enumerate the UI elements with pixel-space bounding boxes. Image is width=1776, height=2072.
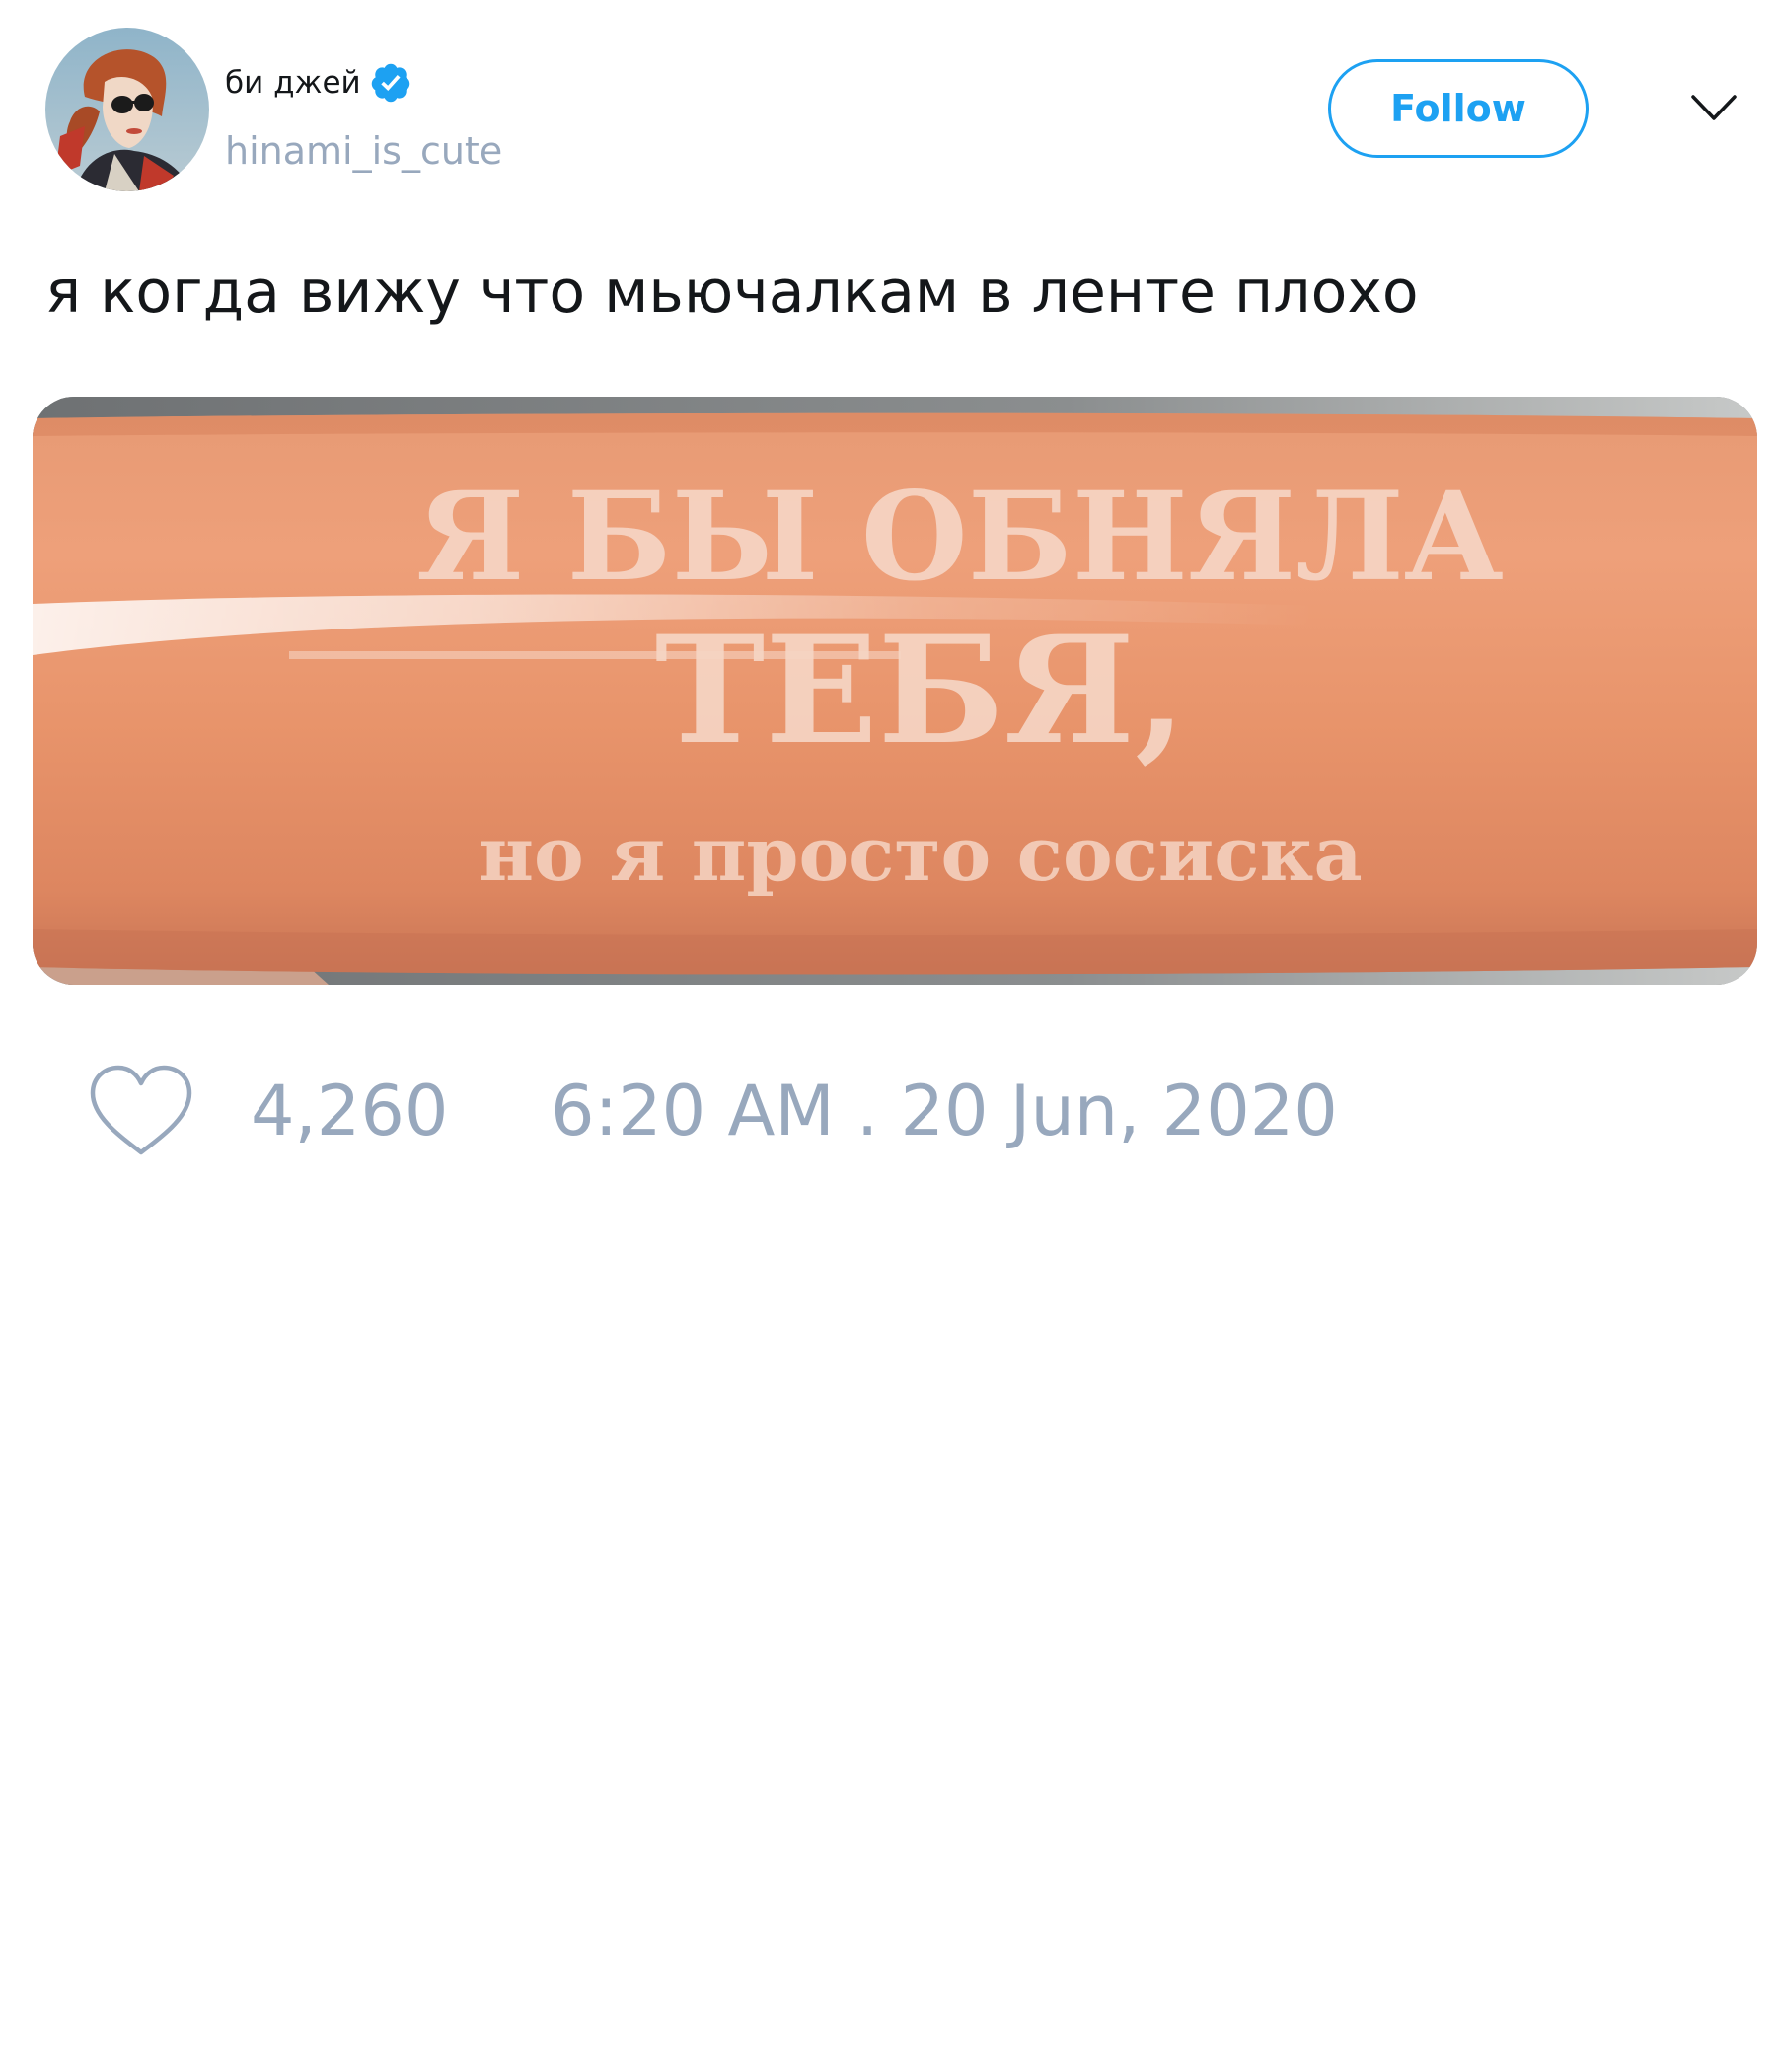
media-text-line1: Я БЫ ОБНЯЛА xyxy=(416,466,1504,609)
follow-button[interactable]: Follow xyxy=(1328,59,1589,158)
tweet-timestamp[interactable]: 6:20 AM . 20 Jun, 2020 xyxy=(551,1072,1338,1150)
tweet-card: би джей hinami_is_cute Follow я когда ви… xyxy=(0,0,1776,2072)
heart-icon[interactable] xyxy=(87,1062,195,1160)
like-count: 4,260 xyxy=(251,1071,449,1151)
display-name[interactable]: би джей xyxy=(225,61,361,105)
media-text-line2: ТЕБЯ, xyxy=(655,604,1187,777)
profile-photo xyxy=(45,28,209,191)
media-text-line3: но я просто сосиска xyxy=(479,810,1362,898)
chevron-down-icon[interactable] xyxy=(1689,89,1739,128)
verified-badge-icon xyxy=(369,61,412,105)
tweet-media-image[interactable]: Я БЫ ОБНЯЛА ТЕБЯ, но я просто сосиска xyxy=(33,397,1757,985)
tweet-text: я когда вижу что мьючалкам в ленте плохо xyxy=(45,258,1419,327)
display-name-row[interactable]: би джей xyxy=(225,61,412,105)
avatar[interactable] xyxy=(45,28,209,191)
user-handle[interactable]: hinami_is_cute xyxy=(225,126,502,176)
